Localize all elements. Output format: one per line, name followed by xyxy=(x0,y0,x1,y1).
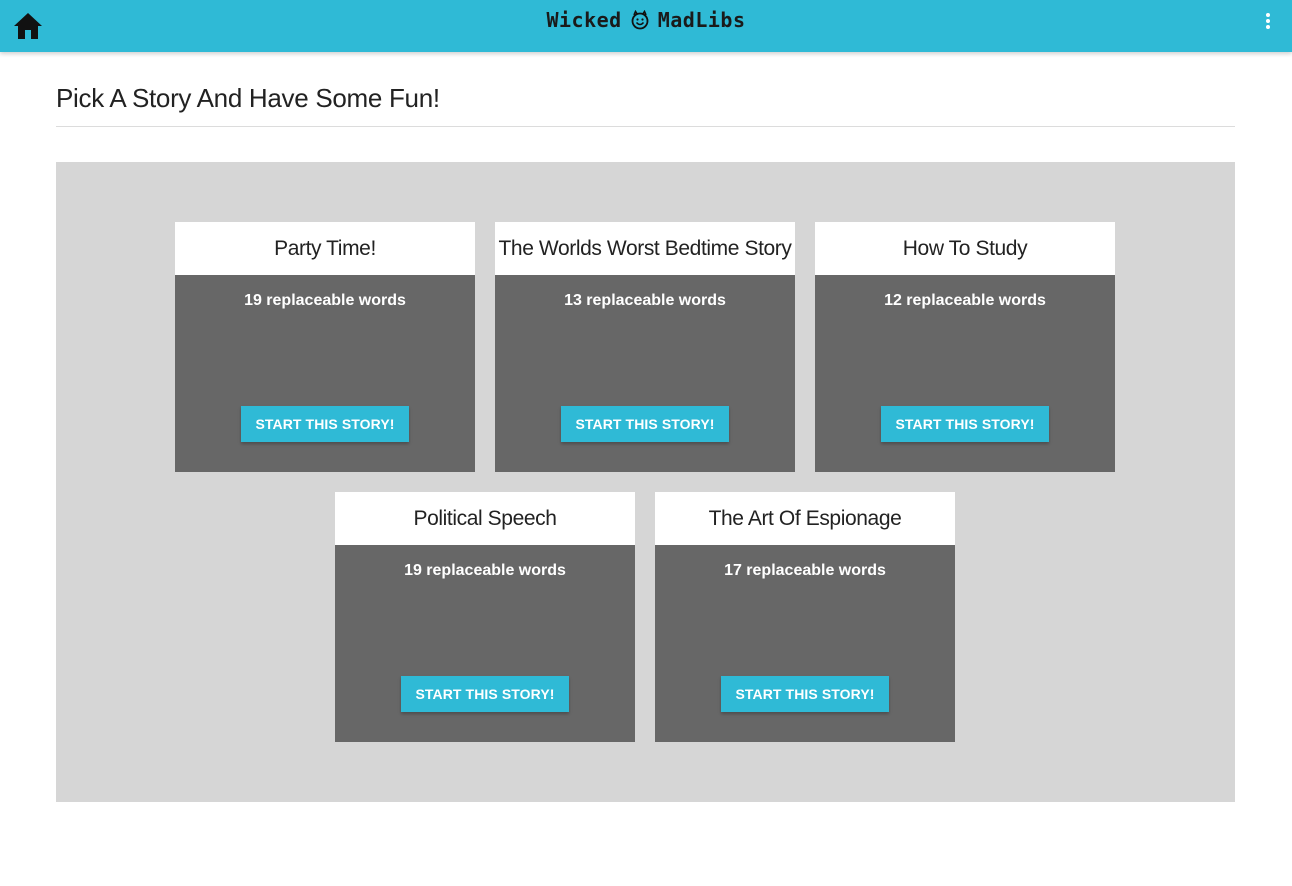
start-story-button[interactable]: START THIS STORY! xyxy=(881,406,1049,442)
replaceable-word-count: 13 replaceable words xyxy=(564,292,726,309)
story-card: How To Study 12 replaceable words START … xyxy=(815,222,1115,472)
story-title: How To Study xyxy=(815,222,1115,275)
home-icon xyxy=(14,13,42,39)
replaceable-word-count: 12 replaceable words xyxy=(884,292,1046,309)
brand-wordmark-left: Wicked xyxy=(546,8,622,32)
title-divider xyxy=(56,126,1235,127)
story-title: Political Speech xyxy=(335,492,635,545)
stories-panel: Party Time! 19 replaceable words START T… xyxy=(56,162,1235,802)
home-button[interactable] xyxy=(12,11,44,41)
story-card: Political Speech 19 replaceable words ST… xyxy=(335,492,635,742)
story-title: The Worlds Worst Bedtime Story xyxy=(495,222,795,275)
story-title: The Art Of Espionage xyxy=(655,492,955,545)
replaceable-word-count: 17 replaceable words xyxy=(724,562,886,579)
start-story-button[interactable]: START THIS STORY! xyxy=(401,676,569,712)
overflow-menu-button[interactable] xyxy=(1258,12,1278,32)
start-story-button[interactable]: START THIS STORY! xyxy=(561,406,729,442)
story-card: The Worlds Worst Bedtime Story 13 replac… xyxy=(495,222,795,472)
start-story-button[interactable]: START THIS STORY! xyxy=(721,676,889,712)
replaceable-word-count: 19 replaceable words xyxy=(244,292,406,309)
top-app-bar: Wicked MadLibs xyxy=(0,0,1292,52)
devil-face-icon xyxy=(631,10,649,30)
more-vertical-icon xyxy=(1266,13,1270,29)
start-story-button[interactable]: START THIS STORY! xyxy=(241,406,409,442)
story-card: The Art Of Espionage 17 replaceable word… xyxy=(655,492,955,742)
story-card: Party Time! 19 replaceable words START T… xyxy=(175,222,475,472)
page-title: Pick A Story And Have Some Fun! xyxy=(56,83,440,113)
story-title: Party Time! xyxy=(175,222,475,275)
replaceable-word-count: 19 replaceable words xyxy=(404,562,566,579)
app-logo: Wicked MadLibs xyxy=(0,0,1292,40)
brand-wordmark-right: MadLibs xyxy=(657,8,746,32)
